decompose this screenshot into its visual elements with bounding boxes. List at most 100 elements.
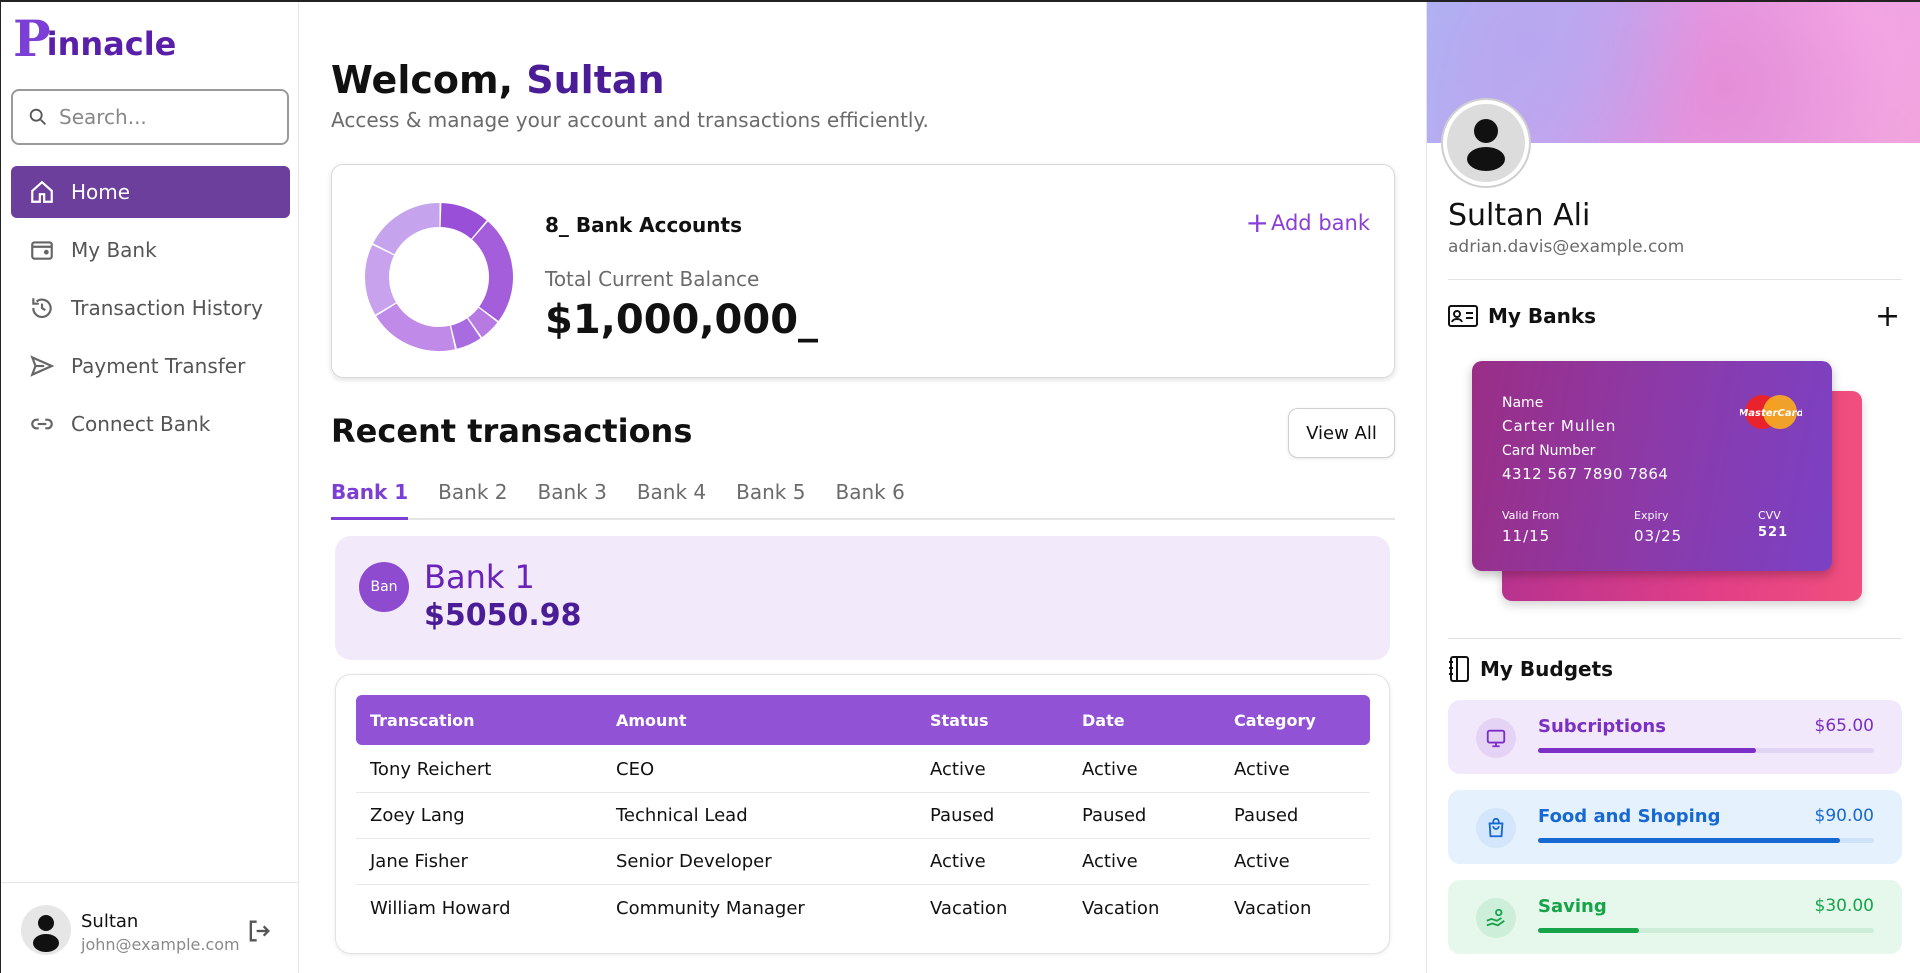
budget-item-saving[interactable]: Saving $30.00: [1448, 880, 1902, 954]
bank-card[interactable]: Name Carter Mullen Card Number 4312 567 …: [1472, 361, 1832, 571]
add-bank-button[interactable]: + Add bank: [1246, 209, 1370, 237]
sidebar-item-home[interactable]: Home: [11, 166, 290, 218]
column-header-amount[interactable]: Amount: [616, 695, 686, 745]
cell-transaction: William Howard: [370, 897, 511, 919]
cell-status: Active: [930, 851, 986, 872]
card-expiry-label: Expiry: [1634, 509, 1669, 522]
cell-amount: Technical Lead: [616, 805, 748, 826]
logo-initial: P: [13, 9, 51, 68]
wallet-icon: [31, 241, 53, 260]
cell-date: Active: [1082, 759, 1138, 780]
donut-segment: [365, 244, 397, 315]
cell-status: Active: [930, 759, 986, 780]
add-bank-label: Add bank: [1270, 211, 1370, 235]
budget-name: Subcriptions: [1538, 716, 1666, 737]
avatar[interactable]: [21, 905, 71, 955]
transactions-table: Transcation Amount Status Date Category …: [335, 674, 1390, 954]
card-name-label: Name: [1502, 395, 1544, 411]
table-row[interactable]: Zoey Lang Technical Lead Paused Paused P…: [356, 793, 1370, 839]
sidebar-nav: Home My Bank Transaction History Payment…: [11, 166, 290, 456]
column-header-transaction[interactable]: Transcation: [370, 695, 475, 745]
monitor-icon: [1486, 729, 1506, 748]
column-header-status[interactable]: Status: [930, 695, 989, 745]
tab-bank-6[interactable]: Bank 6: [835, 476, 904, 520]
cell-amount: CEO: [616, 759, 655, 780]
total-balance-value: $1,000,000_: [545, 297, 819, 343]
cell-category: Active: [1234, 851, 1290, 872]
sidebar-item-payment-transfer[interactable]: Payment Transfer: [11, 340, 290, 392]
budget-amount: $65.00: [1814, 716, 1874, 736]
sidebar-item-label: Home: [71, 180, 131, 204]
profile-email: adrian.davis@example.com: [1448, 237, 1685, 257]
card-cvv: 521: [1758, 525, 1789, 540]
id-card-icon: [1448, 305, 1478, 327]
user-icon: [1467, 119, 1505, 171]
main-content: Welcom, Sultan Access & manage your acco…: [300, 2, 1426, 973]
divider: [1448, 279, 1902, 280]
shopping-bag-icon: [1488, 817, 1504, 838]
cell-status: Paused: [930, 805, 995, 826]
budget-name: Food and Shoping: [1538, 806, 1721, 827]
tab-bank-4[interactable]: Bank 4: [637, 476, 706, 520]
bank-avatar-badge: Ban: [359, 562, 409, 612]
my-budgets-title: My Budgets: [1480, 657, 1614, 681]
budget-item-subscriptions[interactable]: Subcriptions $65.00: [1448, 700, 1902, 774]
add-card-button[interactable]: +: [1875, 302, 1900, 332]
search-box[interactable]: [11, 89, 289, 145]
view-all-button[interactable]: View All: [1288, 408, 1395, 458]
balance-donut-chart: [365, 203, 513, 351]
saving-hand-icon: [1486, 908, 1505, 927]
logo-text: innacle: [46, 25, 177, 63]
recent-transactions-title: Recent transactions: [331, 412, 693, 450]
logout-icon[interactable]: [245, 917, 273, 945]
search-input[interactable]: [59, 105, 279, 129]
sidebar-item-my-bank[interactable]: My Bank: [11, 224, 290, 276]
table-row[interactable]: Jane Fisher Senior Developer Active Acti…: [356, 839, 1370, 885]
logo[interactable]: P innacle: [13, 14, 176, 64]
tab-bank-5[interactable]: Bank 5: [736, 476, 805, 520]
card-cvv-label: CVV: [1758, 509, 1781, 522]
column-header-date[interactable]: Date: [1082, 695, 1125, 745]
bank-name: Bank 1: [424, 558, 535, 596]
tab-bank-3[interactable]: Bank 3: [538, 476, 607, 520]
tab-bank-1[interactable]: Bank 1: [331, 476, 409, 520]
donut-segment: [471, 221, 513, 321]
my-banks-header: My Banks: [1448, 304, 1596, 328]
budget-progress-fill: [1538, 748, 1757, 753]
tab-bank-2[interactable]: Bank 2: [438, 476, 507, 520]
user-icon: [33, 915, 59, 952]
page-subtitle: Access & manage your account and transac…: [331, 108, 929, 132]
budget-item-food-and-shopping[interactable]: Food and Shoping $90.00: [1448, 790, 1902, 864]
column-header-category[interactable]: Category: [1234, 695, 1316, 745]
history-icon: [32, 298, 52, 319]
cell-category: Paused: [1234, 805, 1299, 826]
greeting-name: Sultan: [526, 58, 665, 102]
sidebar-item-transaction-history[interactable]: Transaction History: [11, 282, 290, 334]
bank-accounts-count: 8_ Bank Accounts: [545, 213, 742, 237]
budget-amount: $90.00: [1814, 806, 1874, 826]
budget-progress-fill: [1538, 928, 1639, 933]
budget-icon-wrap: [1476, 718, 1516, 758]
sidebar-item-label: Payment Transfer: [71, 354, 246, 378]
my-banks-title: My Banks: [1488, 304, 1597, 328]
mastercard-logo-icon: MasterCard: [1740, 395, 1802, 429]
budget-amount: $30.00: [1814, 896, 1874, 916]
cell-date: Paused: [1082, 805, 1147, 826]
table-row[interactable]: Tony Reichert CEO Active Active Active: [356, 747, 1370, 793]
cell-status: Vacation: [930, 897, 1008, 919]
search-icon: [29, 108, 46, 125]
card-number: 4312 567 7890 7864: [1502, 465, 1669, 483]
sidebar-item-connect-bank[interactable]: Connect Bank: [11, 398, 290, 450]
bank-summary-banner: Ban Bank 1 $5050.98: [335, 536, 1390, 660]
profile-avatar[interactable]: [1443, 100, 1529, 186]
table-row[interactable]: William Howard Community Manager Vacatio…: [356, 885, 1370, 931]
plus-icon: +: [1245, 206, 1269, 239]
donut-segment: [440, 203, 487, 240]
budget-name: Saving: [1538, 896, 1607, 917]
cell-category: Vacation: [1234, 897, 1312, 919]
cell-transaction: Jane Fisher: [370, 851, 468, 872]
home-icon: [31, 180, 53, 203]
card-valid-label: Valid From: [1502, 509, 1560, 522]
bank-tabs: Bank 1 Bank 2 Bank 3 Bank 4 Bank 5 Bank …: [331, 476, 1395, 520]
sidebar-item-label: My Bank: [71, 238, 157, 262]
